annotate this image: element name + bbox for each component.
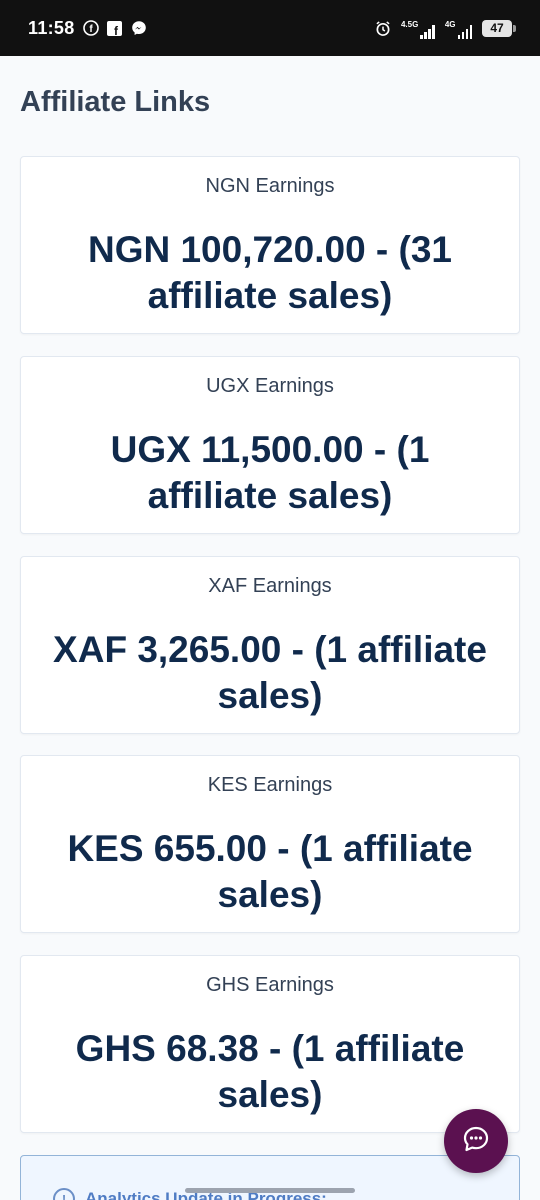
facebook-icon: f bbox=[107, 20, 123, 36]
status-bar: 11:58 f f 4.5G 4G 47 bbox=[0, 0, 540, 56]
earnings-card-value: GHS 68.38 - (1 affiliate sales) bbox=[75, 1028, 465, 1115]
earnings-card-ghs: GHS Earnings GHS 68.38 - (1 affiliate sa… bbox=[20, 955, 520, 1133]
earnings-card-xaf: XAF Earnings XAF 3,265.00 - (1 affiliate… bbox=[20, 556, 520, 734]
earnings-card-label: GHS Earnings bbox=[206, 974, 334, 996]
earnings-card-label: XAF Earnings bbox=[208, 575, 332, 597]
earnings-card-label: KES Earnings bbox=[207, 774, 333, 796]
analytics-notice: ! Analytics Update in Progress: bbox=[20, 1155, 520, 1200]
battery-icon: 47 bbox=[482, 19, 516, 37]
earnings-card-ngn: NGN Earnings NGN 100,720.00 - (31 affili… bbox=[20, 156, 520, 334]
page-title: Affiliate Links bbox=[20, 86, 211, 118]
signal-strength-2: 4G bbox=[445, 17, 472, 39]
signal-bars-icon bbox=[457, 25, 472, 39]
status-left: 11:58 f f bbox=[28, 18, 147, 39]
chat-button[interactable] bbox=[444, 1109, 508, 1173]
svg-text:f: f bbox=[89, 24, 93, 35]
status-right: 4.5G 4G 47 bbox=[375, 17, 516, 39]
status-time: 11:58 bbox=[28, 17, 75, 38]
home-indicator[interactable] bbox=[185, 1188, 355, 1193]
network-type-label: 4G bbox=[444, 20, 456, 29]
earnings-card-label: NGN Earnings bbox=[205, 175, 335, 197]
signal-bars-icon bbox=[420, 25, 435, 39]
chat-bubble-icon bbox=[461, 1124, 491, 1159]
messenger-icon bbox=[131, 20, 147, 36]
facebook-messenger-circle-icon: f bbox=[82, 20, 99, 36]
earnings-card-ugx: UGX Earnings UGX 11,500.00 - (1 affiliat… bbox=[20, 356, 520, 534]
signal-strength-1: 4.5G bbox=[401, 17, 435, 39]
earnings-card-value: NGN 100,720.00 - (31 affiliate sales) bbox=[87, 229, 453, 316]
earnings-card-kes: KES Earnings KES 655.00 - (1 affiliate s… bbox=[20, 755, 520, 933]
battery-level: 47 bbox=[490, 21, 504, 35]
info-icon: ! bbox=[53, 1188, 75, 1200]
earnings-card-value: XAF 3,265.00 - (1 affiliate sales) bbox=[53, 629, 487, 716]
earnings-card-label: UGX Earnings bbox=[206, 375, 334, 397]
earnings-card-value: UGX 11,500.00 - (1 affiliate sales) bbox=[110, 429, 430, 516]
network-type-label: 4.5G bbox=[400, 20, 419, 29]
alarm-icon bbox=[375, 20, 391, 36]
earnings-card-value: KES 655.00 - (1 affiliate sales) bbox=[67, 828, 473, 915]
